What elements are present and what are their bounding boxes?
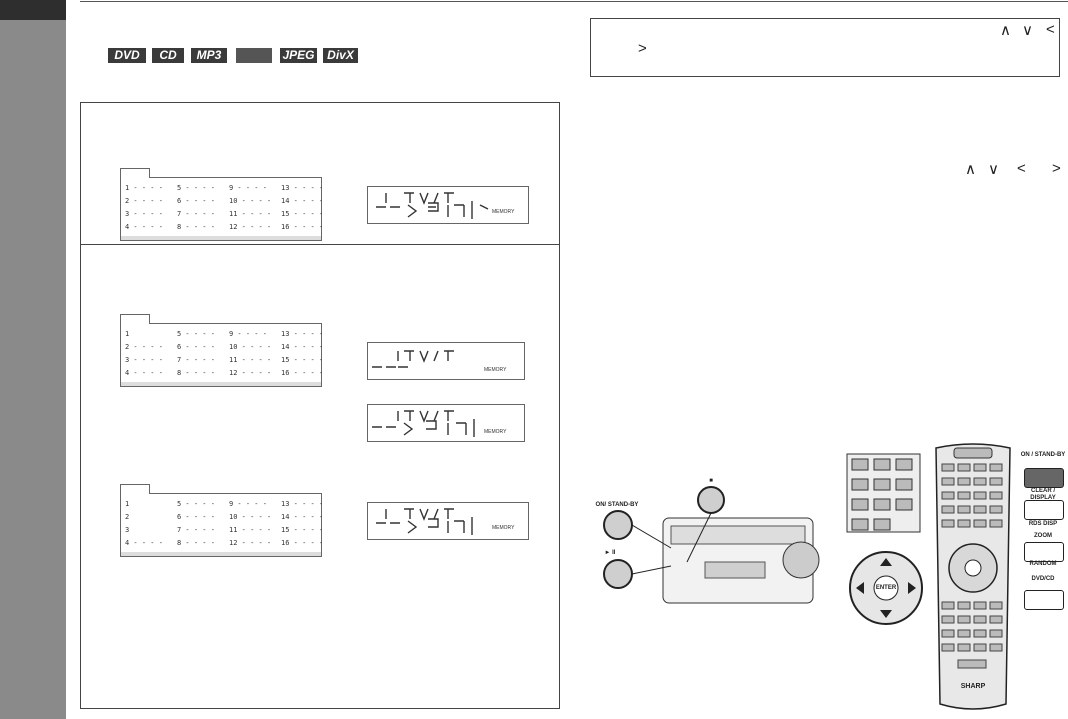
program-slot: 1 - - - - [125, 184, 163, 192]
program-slot: 3 [125, 526, 130, 534]
program-slot: 2 [125, 513, 130, 521]
svg-text:MEMORY: MEMORY [484, 367, 507, 373]
left-arrow-icon: < [1046, 21, 1055, 38]
key-panel-illustration [846, 453, 921, 533]
format-badge-mp3: MP3 [191, 48, 227, 63]
right-arrow-icon: > [638, 40, 647, 57]
sidebar-tab [0, 0, 66, 20]
rds-disp-label: RDS DISP [1028, 521, 1058, 527]
program-slot: 6 - - - - [177, 343, 215, 351]
random-label: RANDOM [1029, 561, 1057, 567]
program-slot: 10 - - - - [229, 513, 272, 521]
program-slot: 11 - - - - [229, 356, 272, 364]
program-slot: 6 - - - - [177, 513, 215, 521]
program-slot: 7 - - - - [177, 526, 215, 534]
lcd-display-4: MEMORY [367, 502, 529, 540]
lcd-display-3: MEMORY [367, 404, 525, 442]
unit-play-pause-label: ► II [604, 550, 616, 556]
program-slot: 8 - - - - [177, 223, 215, 231]
format-badge-divx: DivX [323, 48, 358, 63]
program-slot: 16 - - - - [281, 223, 324, 231]
program-slot: 2 - - - - [125, 197, 163, 205]
on-standby-button[interactable] [1024, 468, 1064, 488]
on-standby-label: ON / STAND-BY [1020, 452, 1066, 458]
format-badge-cd: CD [152, 48, 184, 63]
program-slot: 5 - - - - [177, 184, 215, 192]
lcd-display-1: MEMORY [367, 186, 529, 224]
program-slot: 4 - - - - [125, 369, 163, 377]
program-slot: 2 - - - - [125, 343, 163, 351]
program-slot: 15 - - - - [281, 526, 324, 534]
program-slot: 5 - - - - [177, 500, 215, 508]
lcd-display-2: MEMORY [367, 342, 525, 380]
program-slot: 9 - - - - [229, 184, 267, 192]
program-slot: 4 - - - - [125, 539, 163, 547]
right-arrow-icon-2: > [1052, 160, 1061, 177]
dvd-cd-play-button[interactable] [1024, 590, 1064, 610]
left-arrow-icon-2: < [1017, 160, 1026, 177]
program-slot: 9 - - - - [229, 500, 267, 508]
program-slot: 7 - - - - [177, 210, 215, 218]
program-slot: 6 - - - - [177, 197, 215, 205]
program-slot: 15 - - - - [281, 210, 324, 218]
up-arrow-icon-2: ∧ [965, 161, 976, 178]
program-slot: 15 - - - - [281, 356, 324, 364]
program-slot: 16 - - - - [281, 539, 324, 547]
program-slot: 3 - - - - [125, 210, 163, 218]
clear-display-label: CLEAR / DISPLAY [1030, 488, 1056, 501]
program-slot: 8 - - - - [177, 539, 215, 547]
format-badge-blank [236, 48, 272, 63]
clear-display-button[interactable] [1024, 500, 1064, 520]
program-slot: 16 - - - - [281, 369, 324, 377]
program-slot: 9 - - - - [229, 330, 267, 338]
note-box [590, 18, 1060, 77]
zoom-label: ZOOM [1034, 533, 1052, 539]
stop-icon: ■ [709, 478, 713, 484]
dvd-cd-label: DVD/CD [1031, 576, 1055, 582]
program-slot: 3 - - - - [125, 356, 163, 364]
program-slot: 12 - - - - [229, 539, 272, 547]
header-rule [80, 1, 1068, 2]
program-slot: 13 - - - - [281, 184, 324, 192]
program-slot: 10 - - - - [229, 343, 272, 351]
program-slot: 10 - - - - [229, 197, 272, 205]
program-slot: 13 - - - - [281, 500, 324, 508]
program-grid-3: 1 2 3 4 - - - - 5 - - - - 6 - - - - 7 - - - - 8… [120, 484, 324, 557]
program-slot: 12 - - - - [229, 369, 272, 377]
section-sidebar [0, 0, 66, 719]
down-arrow-icon: ∨ [1022, 22, 1033, 39]
up-arrow-icon: ∧ [1000, 22, 1011, 39]
program-slot: 11 - - - - [229, 210, 272, 218]
unit-on-standby-label: ON/ STAND-BY [595, 502, 639, 508]
program-slot: 1 [125, 330, 130, 338]
program-slot: 7 - - - - [177, 356, 215, 364]
svg-text:MEMORY: MEMORY [484, 429, 507, 435]
program-slot: 12 - - - - [229, 223, 272, 231]
remote-brand-label: SHARP [961, 683, 986, 690]
program-slot: 14 - - - - [281, 513, 324, 521]
program-slot: 13 - - - - [281, 330, 324, 338]
program-slot: 8 - - - - [177, 369, 215, 377]
format-badge-jpeg: JPEG [280, 48, 317, 63]
zoom-button[interactable] [1024, 542, 1064, 562]
program-slot: 11 - - - - [229, 526, 272, 534]
remote-control-illustration: SHARP [935, 443, 1011, 710]
down-arrow-icon-2: ∨ [988, 161, 999, 178]
program-grid-1: 1 - - - - 2 - - - - 3 - - - - 4 - - - - 5 - … [120, 168, 324, 241]
enter-label: ENTER [875, 585, 897, 591]
program-grid-2: 12 - - - -3 - - - -4 - - - -5 - - - -6 -… [120, 314, 324, 387]
memory-label: MEMORY [492, 209, 515, 215]
program-slot: 5 - - - - [177, 330, 215, 338]
program-slot: 4 - - - - [125, 223, 163, 231]
program-slot: 1 [125, 500, 130, 508]
program-slot: 14 - - - - [281, 197, 324, 205]
format-badge-dvd: DVD [108, 48, 146, 63]
main-unit-illustration [603, 486, 820, 604]
procedure-divider [80, 244, 560, 245]
program-slot: 14 - - - - [281, 343, 324, 351]
svg-text:MEMORY: MEMORY [492, 525, 515, 531]
